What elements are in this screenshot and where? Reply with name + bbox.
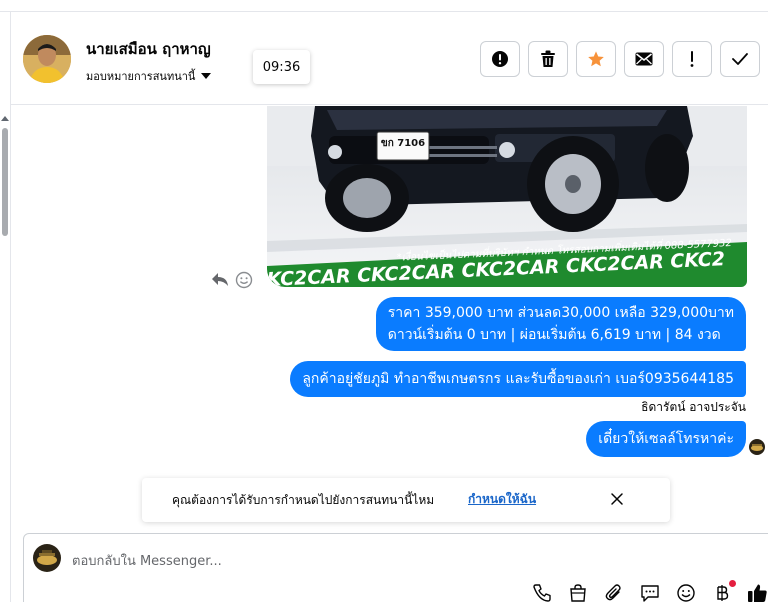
close-banner-button[interactable]: [610, 491, 624, 510]
assign-prompt-text: คุณต้องการได้รับการกำหนดไปยังการสนทนานี้…: [172, 493, 435, 507]
message-composer[interactable]: ตอบกลับใน Messenger...: [23, 533, 768, 602]
emoji-icon: [235, 271, 253, 289]
smiley-icon: [677, 584, 695, 602]
payment-button[interactable]: [711, 580, 736, 602]
trash-icon: [541, 50, 555, 67]
scrollbar-thumb[interactable]: [2, 128, 8, 236]
message-bubble-customer-info[interactable]: ลูกค้าอยู่ชัยภูมิ ทำอาชีพเกษตรกร และรับซ…: [290, 361, 746, 397]
assign-to-me-link[interactable]: กำหนดให้ฉัน: [468, 490, 536, 509]
saved-replies-button[interactable]: [639, 582, 661, 602]
react-button[interactable]: [235, 271, 253, 293]
attach-button[interactable]: [603, 582, 625, 602]
alert-circle-icon: [492, 51, 508, 67]
message-bubble-price[interactable]: ราคา 359,000 บาท ส่วนลด30,000 เหลือ 329,…: [375, 297, 746, 351]
delete-button[interactable]: [528, 41, 568, 77]
time-tooltip: 09:36: [253, 50, 310, 84]
notification-dot: [729, 580, 736, 587]
reply-button[interactable]: [211, 271, 229, 291]
shop-button[interactable]: [567, 582, 589, 602]
header-actions: [480, 41, 760, 77]
page-avatar: [33, 544, 61, 572]
check-icon: [732, 53, 748, 65]
assign-label: มอบหมายการสนทนานี้: [86, 70, 196, 83]
conversation-header: นายเสมือน ฤาหาญ มอบหมายการสนทนานี้: [11, 13, 768, 105]
assign-prompt-banner: คุณต้องการได้รับการกำหนดไปยังการสนทนานี้…: [142, 478, 670, 522]
like-button[interactable]: [747, 582, 768, 602]
top-divider: [0, 0, 768, 12]
read-receipt-avatar: [749, 439, 765, 455]
message-line: ราคา 359,000 บาท ส่วนลด30,000 เหลือ 329,…: [387, 305, 734, 321]
star-icon: [588, 51, 604, 67]
composer-toolbar: [531, 580, 768, 602]
message-bubble-sales-call[interactable]: เดี๋ยวให้เซลล์โทรหาค่ะ: [586, 421, 746, 457]
assign-conversation-dropdown[interactable]: มอบหมายการสนทนานี้: [86, 67, 212, 85]
caret-down-icon: [201, 73, 212, 79]
close-icon: [611, 493, 623, 505]
reply-input[interactable]: ตอบกลับใน Messenger...: [72, 550, 222, 571]
star-button[interactable]: [576, 41, 616, 77]
shopping-bag-icon: [570, 584, 586, 602]
saved-reply-icon: [641, 585, 659, 602]
call-button[interactable]: [531, 582, 553, 602]
contact-avatar[interactable]: [23, 35, 71, 83]
reply-icon: [212, 273, 228, 286]
sender-name: ธิดารัตน์ อาจประจัน: [641, 400, 746, 414]
envelope-icon: [635, 52, 653, 66]
exclamation-icon: [690, 51, 694, 67]
emoji-button[interactable]: [675, 582, 697, 602]
mark-done-button[interactable]: [720, 41, 760, 77]
message-line: ดาวน์เริ่มต้น 0 บาท | ผ่อนเริ่มต้น 6,619…: [387, 327, 721, 343]
follow-up-button[interactable]: [672, 41, 712, 77]
mark-unread-button[interactable]: [624, 41, 664, 77]
contact-name[interactable]: นายเสมือน ฤาหาญ: [86, 37, 211, 61]
paperclip-icon: [605, 584, 621, 601]
car-photo-attachment[interactable]: ขก 7106 *เงื่อนไขเป็นไปตามที่บริษัทฯ กำห…: [267, 106, 747, 287]
thumbs-up-icon: [748, 584, 767, 602]
scroll-up-arrow-icon[interactable]: [1, 116, 9, 121]
plate-text: ขก 7106: [381, 138, 425, 149]
phone-icon: [533, 584, 551, 602]
spam-button[interactable]: [480, 41, 520, 77]
